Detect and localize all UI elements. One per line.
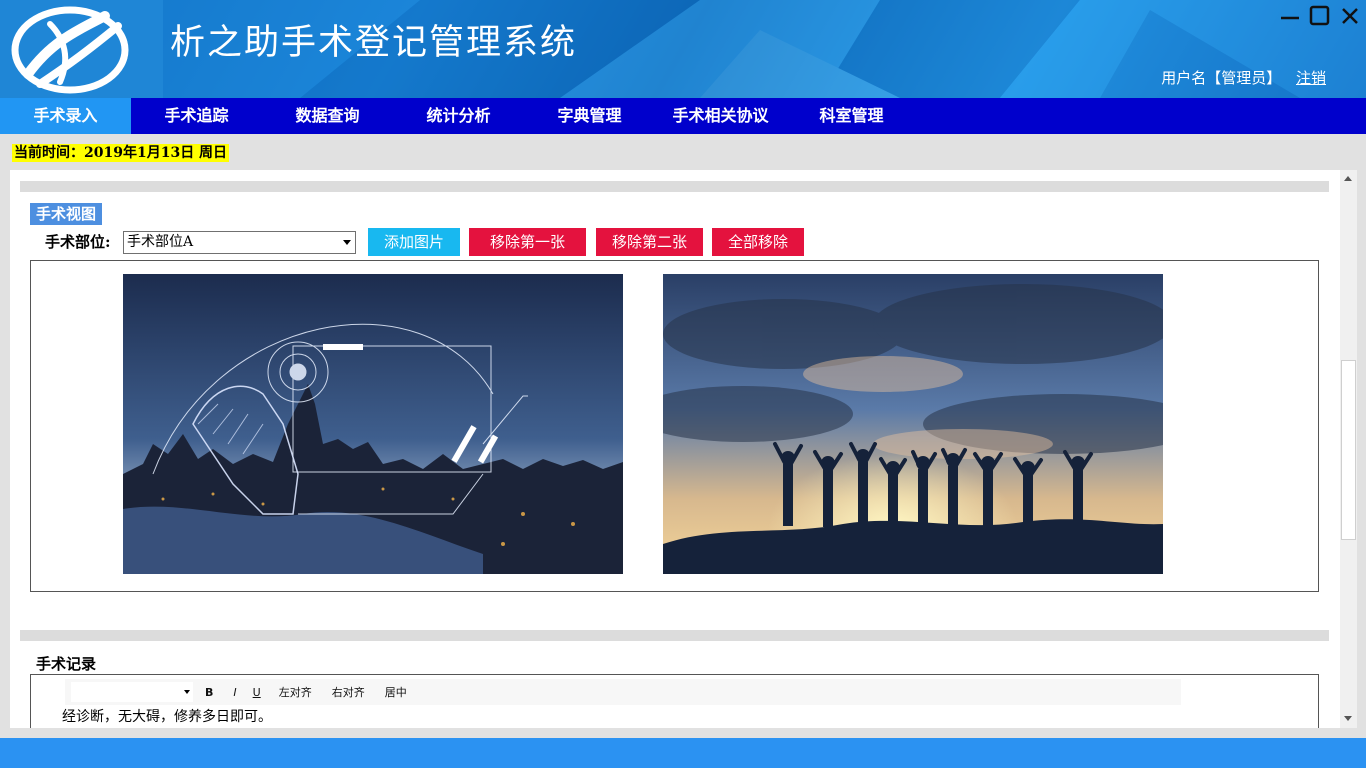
- sunset-silhouettes-image: [663, 274, 1163, 574]
- remove-second-button[interactable]: 移除第二张: [596, 228, 703, 256]
- main-content: 手术视图 手术部位: 手术部位A 添加图片 移除第一张 移除第二张 全部移除 手…: [10, 170, 1340, 728]
- user-name-label: 用户名【管理员】: [1161, 69, 1282, 87]
- app-title: 析之助手术登记管理系统: [170, 23, 578, 63]
- image-frame: [30, 260, 1319, 592]
- nav-item-surgery-agreements[interactable]: 手术相关协议: [655, 98, 786, 134]
- current-time: 当前时间：2019年1月13日 周日: [12, 144, 230, 162]
- city-tech-hand-image: [123, 274, 623, 574]
- scroll-up-icon[interactable]: [1344, 176, 1352, 181]
- vertical-scrollbar[interactable]: [1340, 170, 1357, 728]
- nav-item-statistics[interactable]: 统计分析: [393, 98, 524, 134]
- logout-link[interactable]: 注销: [1296, 69, 1326, 87]
- surgery-record-title: 手术记录: [36, 655, 97, 673]
- section-divider: [20, 630, 1329, 641]
- bold-button[interactable]: B: [205, 686, 213, 699]
- minimize-icon[interactable]: [1278, 4, 1302, 28]
- logo-container: [0, 0, 163, 98]
- surgery-site-select[interactable]: 手术部位A: [123, 231, 356, 254]
- app-logo-icon: [11, 6, 129, 94]
- remove-all-button[interactable]: 全部移除: [712, 228, 804, 256]
- nav-item-surgery-entry[interactable]: 手术录入: [0, 98, 131, 134]
- surgery-view-title: 手术视图: [30, 203, 103, 225]
- font-select[interactable]: [71, 682, 193, 702]
- surgery-site-label: 手术部位:: [45, 233, 111, 251]
- app-header: 析之助手术登记管理系统 用户名【管理员】 注销: [0, 0, 1366, 98]
- underline-button[interactable]: U: [253, 686, 261, 699]
- nav-item-department[interactable]: 科室管理: [786, 98, 917, 134]
- add-image-button[interactable]: 添加图片: [368, 228, 460, 256]
- italic-button[interactable]: I: [233, 686, 236, 699]
- nav-item-dictionary[interactable]: 字典管理: [524, 98, 655, 134]
- section-divider: [20, 181, 1329, 192]
- chevron-down-icon: [184, 690, 190, 694]
- align-center-button[interactable]: 居中: [385, 684, 407, 700]
- editor-toolbar: B I U 左对齐 右对齐 居中: [65, 679, 1181, 705]
- surgery-record-editor[interactable]: B I U 左对齐 右对齐 居中 经诊断，无大碍，修养多日即可。: [30, 674, 1319, 728]
- scroll-down-icon[interactable]: [1344, 716, 1352, 721]
- align-left-button[interactable]: 左对齐: [279, 684, 312, 700]
- main-nav: 手术录入 手术追踪 数据查询 统计分析 字典管理 手术相关协议 科室管理: [0, 98, 1366, 134]
- footer-bar: [0, 738, 1366, 768]
- user-info: 用户名【管理员】 注销: [1161, 67, 1326, 88]
- remove-first-button[interactable]: 移除第一张: [469, 228, 586, 256]
- surgery-record-text[interactable]: 经诊断，无大碍，修养多日即可。: [62, 706, 272, 726]
- surgery-site-value: 手术部位A: [127, 234, 194, 250]
- nav-item-surgery-tracking[interactable]: 手术追踪: [131, 98, 262, 134]
- chevron-down-icon: [343, 240, 351, 245]
- close-icon[interactable]: [1338, 4, 1362, 28]
- scrollbar-thumb[interactable]: [1341, 360, 1356, 540]
- align-right-button[interactable]: 右对齐: [332, 684, 365, 700]
- maximize-icon[interactable]: [1308, 4, 1332, 28]
- nav-item-data-query[interactable]: 数据查询: [262, 98, 393, 134]
